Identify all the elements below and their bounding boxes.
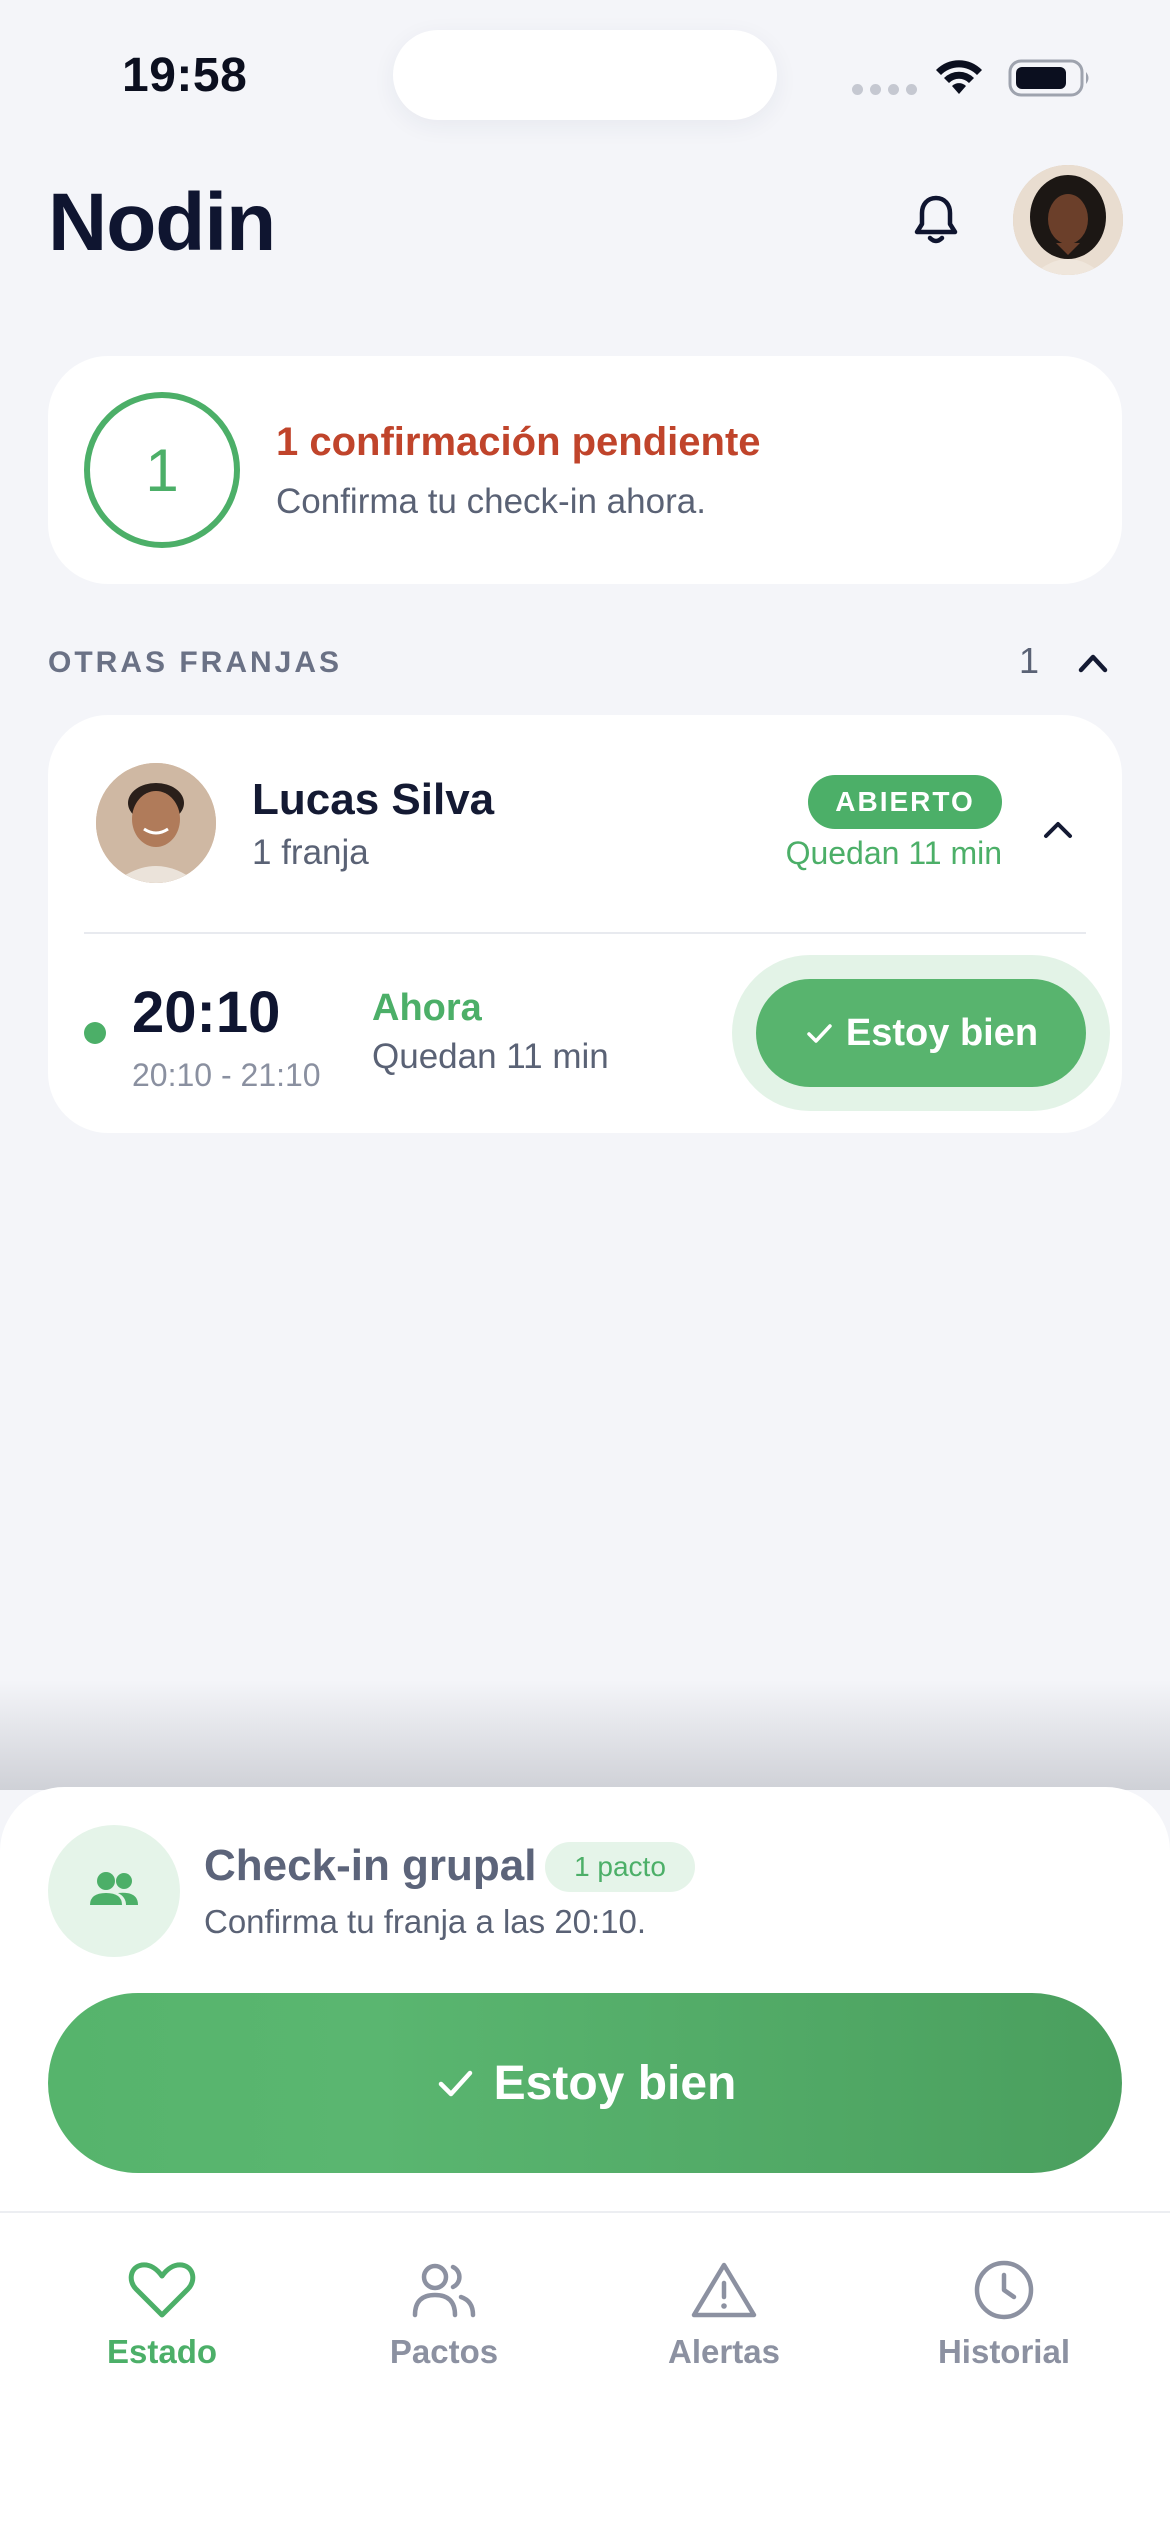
group-estoy-bien-button[interactable]: Estoy bien <box>48 1993 1122 2173</box>
tab-alertas[interactable]: Alertas <box>604 2259 844 2371</box>
pending-confirmation-card[interactable]: 1 1 confirmación pendiente Confirma tu c… <box>48 356 1122 584</box>
group-estoy-bien-label: Estoy bien <box>493 2056 737 2110</box>
heart-icon <box>128 2262 196 2318</box>
sheet-shadow <box>0 1680 1170 1790</box>
person-name: Lucas Silva <box>252 775 495 824</box>
pending-title: 1 confirmación pendiente <box>276 420 761 464</box>
divider <box>84 932 1086 934</box>
section-label: OTRAS FRANJAS <box>48 646 343 679</box>
bottom-sheet: Check-in grupal 1 pacto Confirma tu fran… <box>0 1787 1170 2532</box>
tab-estado[interactable]: Estado <box>42 2259 282 2371</box>
group-subtitle: Confirma tu franja a las 20:10. <box>204 1903 647 1940</box>
page-title: Nodin <box>48 177 276 268</box>
tab-historial[interactable]: Historial <box>884 2259 1124 2371</box>
chevron-up-icon[interactable] <box>1038 811 1078 847</box>
person-card: Lucas Silva 1 franja ABIERTO Quedan 11 m… <box>48 715 1122 1133</box>
screen: 19:58 Nodin 1 1 confirmación pendiente C… <box>0 0 1170 2532</box>
tab-bar-divider <box>0 2211 1170 2213</box>
person-slots: 1 franja <box>252 833 369 872</box>
estoy-bien-button[interactable]: Estoy bien <box>756 979 1086 1087</box>
estoy-bien-label: Estoy bien <box>845 1011 1039 1054</box>
clock-icon <box>974 2260 1034 2320</box>
pending-count: 1 <box>84 392 240 548</box>
slot-range: 20:10 - 21:10 <box>132 1057 321 1093</box>
tab-label: Alertas <box>668 2333 780 2370</box>
cellular-signal-icon <box>852 84 917 95</box>
wifi-icon <box>936 60 982 94</box>
avatar[interactable] <box>1013 165 1123 275</box>
dynamic-island <box>393 30 777 120</box>
battery-icon <box>1008 59 1089 97</box>
slot-time: 20:10 <box>132 980 281 1045</box>
slot-now-label: Ahora <box>372 987 482 1029</box>
pact-badge: 1 pacto <box>545 1842 695 1892</box>
section-count: 1 <box>1019 640 1040 681</box>
status-badge: ABIERTO <box>808 775 1002 829</box>
slot-remaining: Quedan 11 min <box>372 1037 609 1076</box>
tab-label: Historial <box>937 2333 1071 2370</box>
check-icon <box>807 1024 832 1043</box>
tab-label: Pactos <box>389 2333 499 2370</box>
bell-icon[interactable] <box>906 190 966 250</box>
time-remaining: Quedan 11 min <box>785 835 1002 871</box>
users-icon <box>412 2263 476 2318</box>
person-avatar <box>96 763 216 883</box>
check-icon <box>438 2070 472 2097</box>
chevron-up-icon[interactable] <box>1073 644 1113 680</box>
status-time: 19:58 <box>122 49 248 102</box>
tab-label: Estado <box>106 2333 218 2370</box>
group-title: Check-in grupal <box>204 1841 537 1890</box>
tab-pactos[interactable]: Pactos <box>324 2259 564 2371</box>
alert-triangle-icon <box>691 2262 757 2318</box>
pending-subtitle: Confirma tu check-in ahora. <box>276 482 706 521</box>
group-icon <box>48 1825 180 1957</box>
live-dot-icon <box>84 1022 106 1044</box>
